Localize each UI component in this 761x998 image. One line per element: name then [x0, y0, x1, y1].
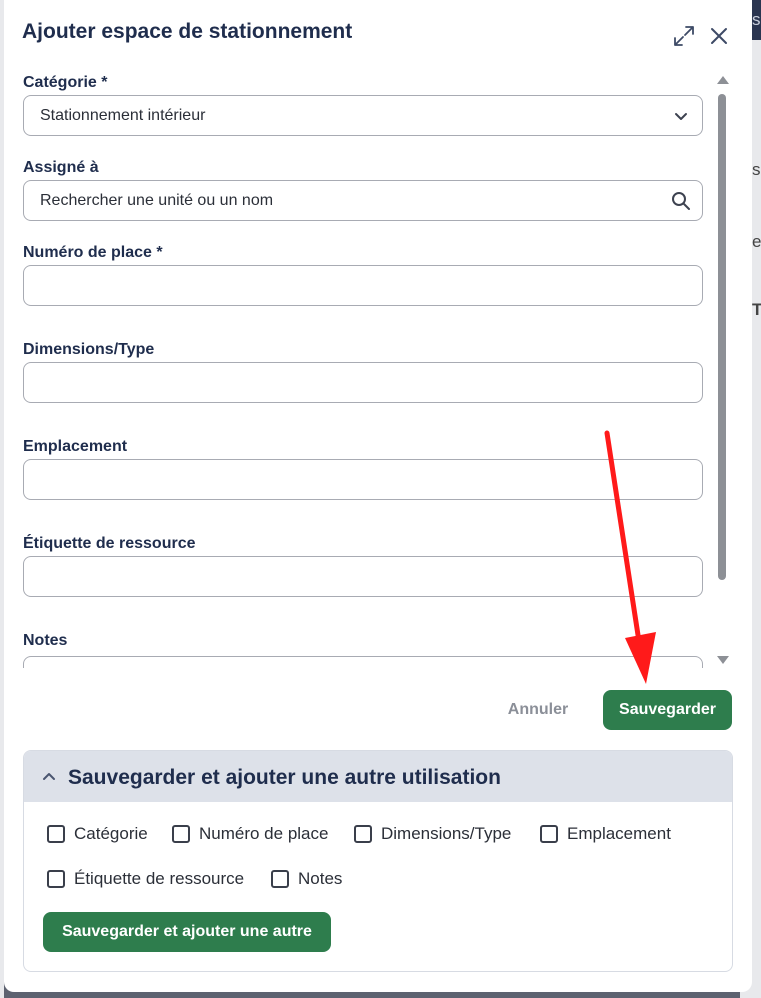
add-parking-space-dialog: Ajouter espace de stationnement Catégori…: [4, 0, 752, 992]
background-text: ss: [752, 10, 761, 29]
checkbox-location[interactable]: Emplacement: [540, 824, 671, 844]
resource-tag-label: Étiquette de ressource: [23, 535, 196, 552]
cancel-button[interactable]: Annuler: [492, 690, 584, 730]
category-label: Catégorie *: [23, 74, 108, 91]
place-number-input[interactable]: [23, 265, 703, 306]
assigned-placeholder: Rechercher une unité ou un nom: [40, 192, 274, 209]
checkbox-resource-tag[interactable]: Étiquette de ressource: [47, 869, 244, 889]
checkbox-box[interactable]: [47, 870, 65, 888]
expand-icon[interactable]: [672, 24, 696, 48]
location-input[interactable]: [23, 459, 703, 500]
checkbox-label: Étiquette de ressource: [74, 869, 245, 888]
chevron-down-icon: [671, 106, 691, 126]
search-icon[interactable]: [671, 191, 691, 211]
chevron-up-icon[interactable]: [42, 769, 56, 783]
checkbox-box[interactable]: [540, 825, 558, 843]
checkbox-label: Catégorie: [74, 824, 148, 843]
dimensions-label: Dimensions/Type: [23, 341, 155, 358]
form-scroll-area: Catégorie * Stationnement intérieur Assi…: [4, 64, 752, 668]
dimensions-input[interactable]: [23, 362, 703, 403]
form-scrollbar[interactable]: [715, 76, 729, 666]
checkbox-label: Emplacement: [567, 824, 671, 843]
checkbox-box[interactable]: [354, 825, 372, 843]
checkbox-notes[interactable]: Notes: [271, 869, 342, 889]
save-and-add-panel-title: Sauvegarder et ajouter une autre utilisa…: [68, 766, 501, 789]
place-number-label: Numéro de place *: [23, 244, 163, 261]
category-select[interactable]: Stationnement intérieur: [23, 95, 703, 136]
checkbox-box[interactable]: [47, 825, 65, 843]
location-label: Emplacement: [23, 438, 128, 455]
scroll-down-arrow-icon[interactable]: [717, 656, 729, 664]
checkbox-category[interactable]: Catégorie: [47, 824, 148, 844]
checkbox-dimensions[interactable]: Dimensions/Type: [354, 824, 511, 844]
checkbox-box[interactable]: [271, 870, 289, 888]
dialog-title: Ajouter espace de stationnement: [22, 20, 353, 43]
category-value: Stationnement intérieur: [40, 107, 206, 124]
notes-label: Notes: [23, 632, 68, 649]
close-icon[interactable]: [707, 24, 731, 48]
checkbox-label: Notes: [298, 869, 343, 888]
background-text: es: [752, 232, 761, 251]
background-text: s: [752, 160, 761, 179]
assigned-label: Assigné à: [23, 159, 99, 176]
notes-textarea[interactable]: [23, 656, 703, 668]
checkbox-label: Numéro de place: [199, 824, 329, 843]
checkbox-place-number[interactable]: Numéro de place: [172, 824, 328, 844]
checkbox-box[interactable]: [172, 825, 190, 843]
assigned-search-field[interactable]: Rechercher une unité ou un nom: [23, 180, 703, 221]
save-button[interactable]: Sauvegarder: [603, 690, 732, 730]
save-and-add-panel: Sauvegarder et ajouter une autre utilisa…: [23, 750, 733, 972]
checkbox-label: Dimensions/Type: [381, 824, 512, 843]
save-and-add-panel-header[interactable]: Sauvegarder et ajouter une autre utilisa…: [24, 751, 732, 802]
resource-tag-input[interactable]: [23, 556, 703, 597]
save-and-add-another-button[interactable]: Sauvegarder et ajouter une autre: [43, 912, 331, 952]
scroll-up-arrow-icon[interactable]: [717, 76, 729, 84]
scrollbar-thumb[interactable]: [718, 94, 726, 580]
background-text: Ty: [752, 300, 761, 319]
